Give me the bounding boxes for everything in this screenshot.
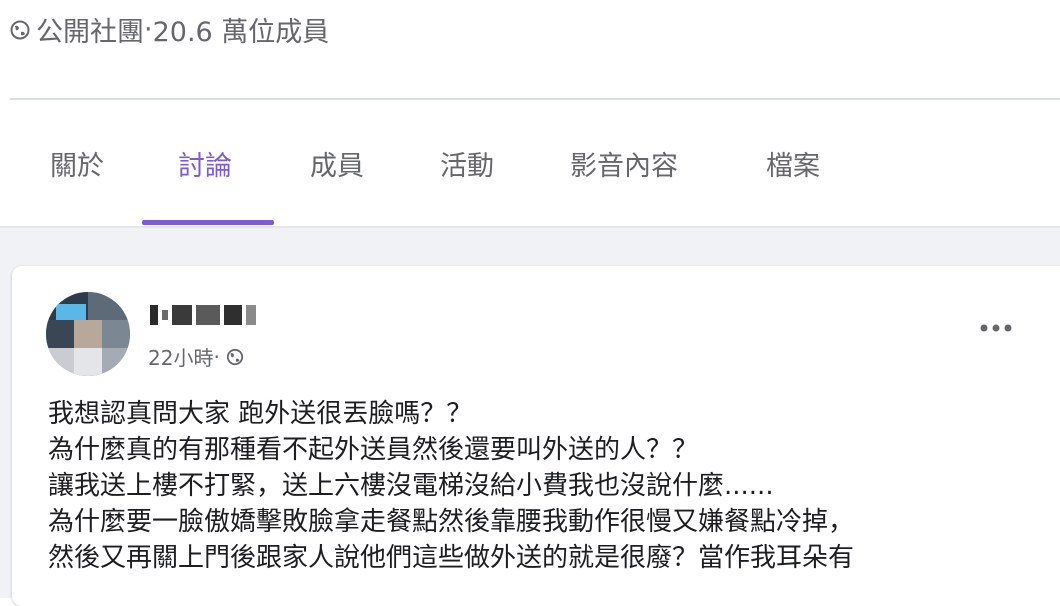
tab-members[interactable]: 成員 bbox=[310, 144, 364, 183]
author-name-redacted[interactable] bbox=[150, 302, 256, 328]
more-horizontal-icon bbox=[980, 324, 1012, 332]
post-text-line: 為什麼要一臉傲嬌擊敗臉拿走餐點然後靠腰我動作很慢又嫌餐點冷掉， bbox=[48, 507, 855, 537]
post-text-line: 我想認真問大家 跑外送很丟臉嗎？？ bbox=[48, 399, 473, 429]
post-timestamp[interactable]: 22小時 bbox=[148, 342, 213, 371]
meta-separator: · bbox=[213, 344, 220, 369]
group-header: 公開社團 · 20.6 萬位成員 bbox=[0, 0, 1060, 98]
group-privacy-info: 公開社團 · 20.6 萬位成員 bbox=[10, 10, 329, 49]
post-text-line: 為什麼真的有那種看不起外送員然後還要叫外送的人？？ bbox=[48, 435, 699, 465]
active-tab-indicator bbox=[142, 220, 274, 225]
more-options-button[interactable] bbox=[974, 314, 1018, 342]
tab-events[interactable]: 活動 bbox=[440, 144, 494, 183]
globe-icon bbox=[10, 20, 30, 39]
post-card: 22小時 · 我想認真問大家 跑外送很丟臉嗎？？ 為什麼真的有那種看不起外送員然… bbox=[12, 266, 1060, 606]
post-text-line: 讓我送上樓不打緊，送上六樓沒電梯沒給小費我也沒說什麼...... bbox=[48, 471, 774, 501]
post-text-line: 然後又再關上門後跟家人說他們這些做外送的就是很廢？當作我耳朵有 bbox=[48, 543, 855, 573]
globe-icon bbox=[226, 348, 243, 365]
group-tabs: 關於 討論 成員 活動 影音內容 檔案 bbox=[0, 100, 1060, 226]
tab-media[interactable]: 影音內容 bbox=[570, 144, 678, 183]
post-text: 我想認真問大家 跑外送很丟臉嗎？？ 為什麼真的有那種看不起外送員然後還要叫外送的… bbox=[48, 396, 1058, 576]
avatar[interactable] bbox=[46, 292, 130, 376]
tab-discussion[interactable]: 討論 bbox=[178, 144, 232, 183]
group-privacy-label: 公開社團 bbox=[36, 17, 144, 48]
post-meta: 22小時 · bbox=[148, 342, 244, 371]
privacy-separator: · bbox=[144, 14, 153, 45]
tab-files[interactable]: 檔案 bbox=[766, 144, 820, 183]
tab-about[interactable]: 關於 bbox=[50, 144, 104, 183]
group-member-count: 20.6 萬位成員 bbox=[152, 17, 330, 48]
avatar-image bbox=[46, 292, 130, 376]
